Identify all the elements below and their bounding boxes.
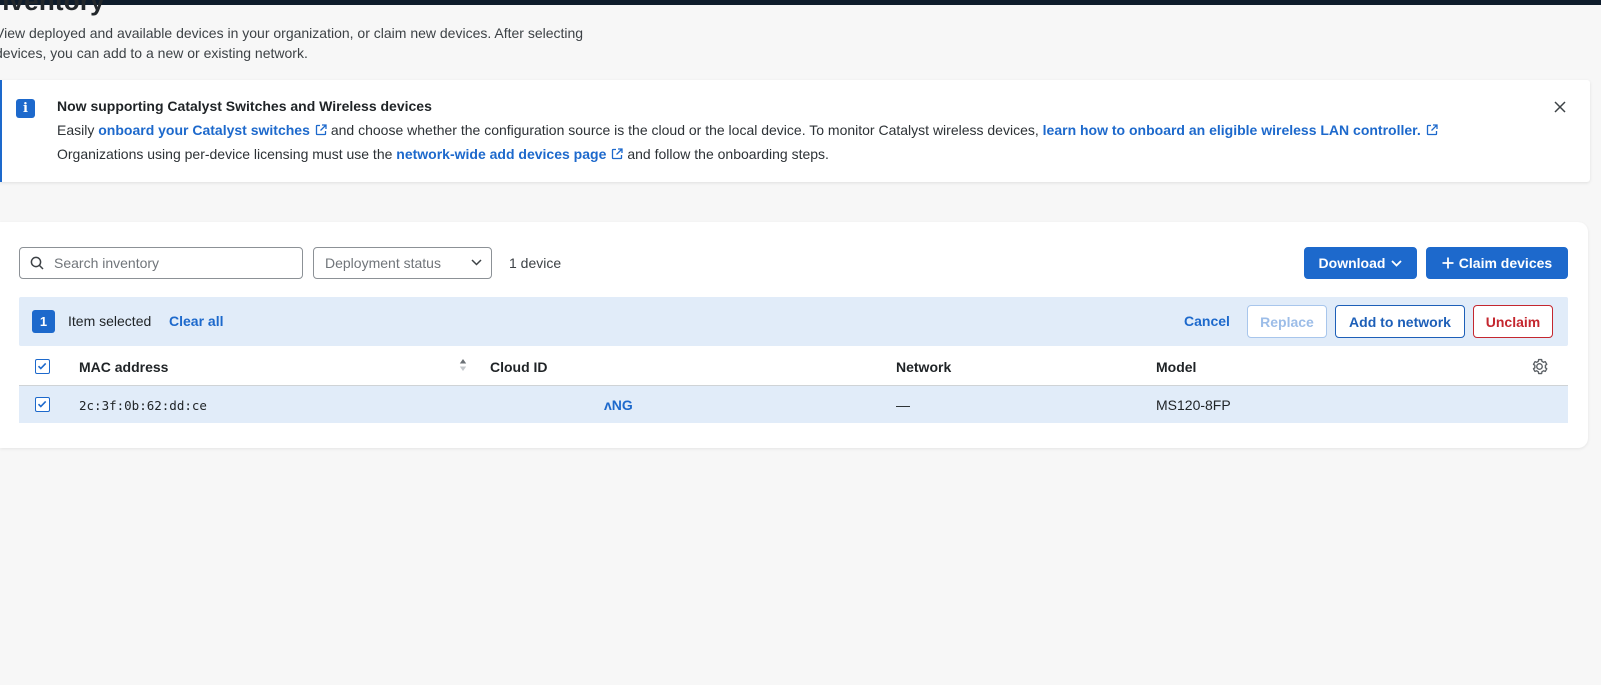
chevron-down-icon: [471, 259, 482, 266]
selected-label: Item selected: [68, 313, 152, 329]
cell-network: —: [896, 397, 910, 413]
inventory-card: Deployment status 1 device Download Clai…: [0, 222, 1588, 448]
gear-icon[interactable]: [1530, 357, 1549, 376]
selected-count-badge: 1: [32, 310, 55, 333]
claim-devices-label: Claim devices: [1458, 255, 1553, 271]
search-input[interactable]: [52, 251, 296, 275]
info-icon: i: [16, 99, 35, 118]
checkmark-icon: [37, 400, 47, 408]
close-icon[interactable]: [1552, 99, 1568, 115]
checkmark-icon: [37, 362, 47, 370]
download-button-label: Download: [1318, 255, 1386, 271]
external-link-icon[interactable]: [611, 148, 624, 160]
deployment-status-placeholder: Deployment status: [325, 255, 441, 271]
unclaim-button[interactable]: Unclaim: [1473, 305, 1553, 338]
claim-devices-button[interactable]: Claim devices: [1426, 247, 1568, 279]
download-button[interactable]: Download: [1304, 247, 1417, 279]
add-to-network-button[interactable]: Add to network: [1335, 305, 1465, 338]
clear-all-button[interactable]: Clear all: [169, 313, 223, 329]
onboard-wireless-controller-link[interactable]: learn how to onboard an eligible wireles…: [1043, 122, 1421, 138]
column-header-mac-address[interactable]: MAC address: [79, 359, 168, 375]
banner-line-1: Easily onboard your Catalyst switches and…: [57, 122, 1442, 138]
search-box[interactable]: [19, 247, 303, 279]
cell-model: MS120-8FP: [1156, 397, 1231, 413]
device-count: 1 device: [509, 255, 562, 271]
table-row[interactable]: 2c:3f:0b:62:dd:ce ʌNG — MS120-8FP: [19, 386, 1568, 423]
sort-icon[interactable]: [459, 358, 467, 372]
deployment-status-select[interactable]: Deployment status: [313, 247, 492, 279]
banner-text: and follow the onboarding steps.: [627, 146, 829, 162]
network-wide-add-devices-link[interactable]: network-wide add devices page: [396, 146, 606, 162]
search-icon: [30, 256, 44, 270]
onboard-catalyst-switches-link[interactable]: onboard your Catalyst switches: [98, 122, 310, 138]
select-all-checkbox[interactable]: [35, 359, 50, 374]
column-header-cloud-id[interactable]: Cloud ID: [490, 359, 548, 375]
plus-icon: [1442, 257, 1454, 269]
banner-text: Organizations using per-device licensing…: [57, 146, 393, 162]
external-link-icon[interactable]: [315, 124, 327, 136]
page-title: Inventory: [0, 0, 105, 16]
cancel-button[interactable]: Cancel: [1184, 313, 1230, 329]
top-navigation-bar: [0, 0, 1601, 5]
cell-cloud-id-link[interactable]: ʌNG: [604, 397, 633, 413]
banner-text: and choose whether the configuration sou…: [330, 122, 1039, 138]
table-header: MAC address Cloud ID Network Model: [19, 348, 1568, 386]
cell-mac-address: 2c:3f:0b:62:dd:ce: [79, 398, 207, 413]
column-header-network[interactable]: Network: [896, 359, 951, 375]
banner-line-2: Organizations using per-device licensing…: [57, 146, 829, 162]
replace-button[interactable]: Replace: [1247, 305, 1327, 338]
selection-bar: 1 Item selected Clear all Cancel Replace…: [19, 297, 1568, 346]
banner-text: Easily: [57, 122, 95, 138]
row-checkbox[interactable]: [35, 397, 50, 412]
external-link-icon[interactable]: [1426, 124, 1438, 136]
info-banner: i Now supporting Catalyst Switches and W…: [0, 80, 1590, 182]
banner-title: Now supporting Catalyst Switches and Wir…: [57, 98, 432, 114]
chevron-down-icon: [1391, 259, 1403, 267]
page-description: View deployed and available devices in y…: [0, 25, 584, 61]
column-header-model[interactable]: Model: [1156, 359, 1196, 375]
